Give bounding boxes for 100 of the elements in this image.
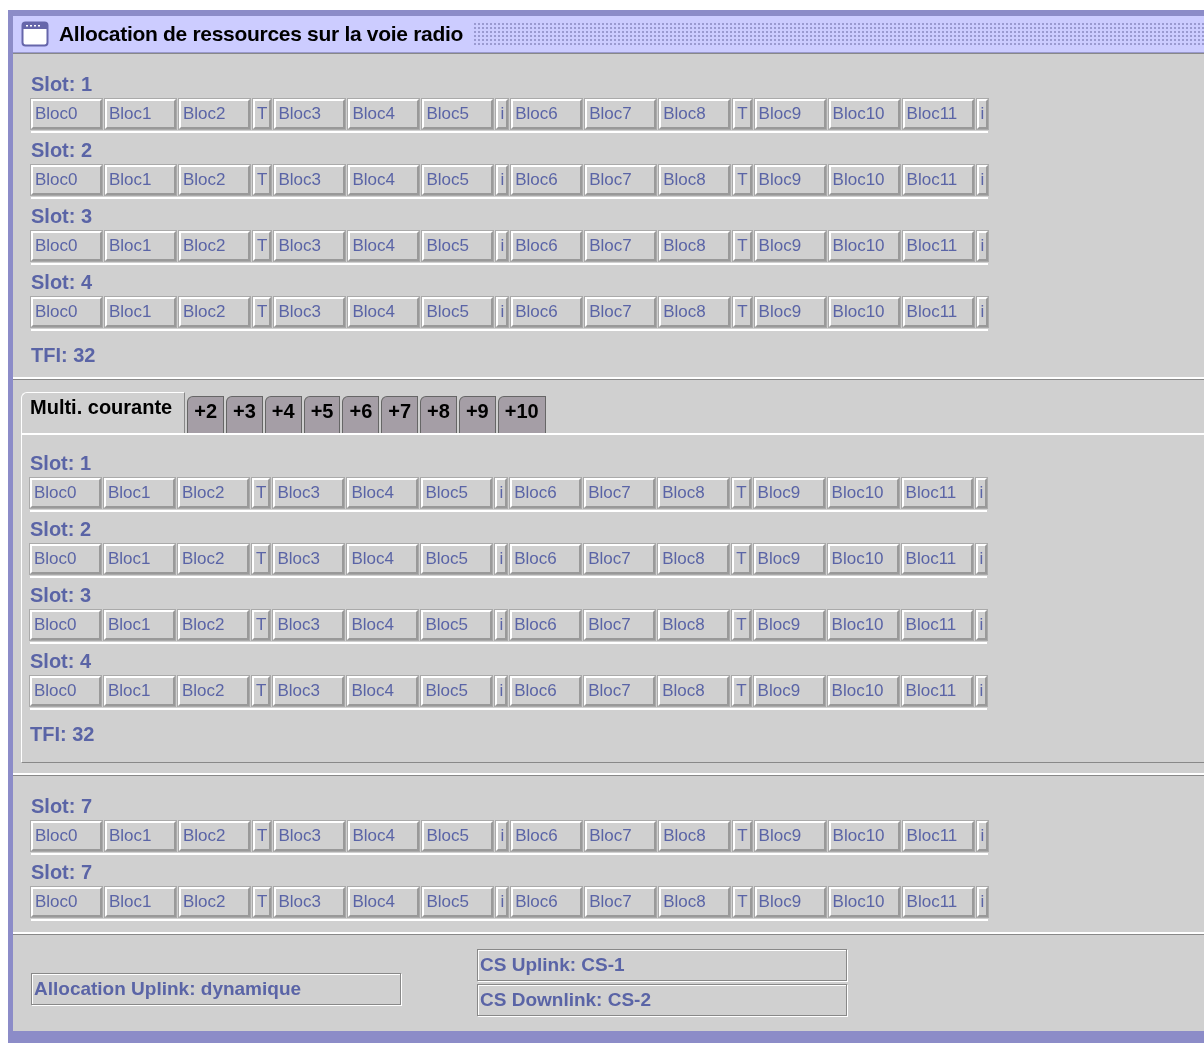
block-cell: Bloc4 xyxy=(348,99,420,129)
block-cell: Bloc6 xyxy=(511,887,583,917)
block-cell: T xyxy=(733,99,752,129)
block-cell: i xyxy=(495,676,508,706)
block-cell: i xyxy=(975,676,988,706)
block-cell: Bloc2 xyxy=(178,676,249,706)
block-cell: T xyxy=(732,478,751,508)
block-cell: T xyxy=(253,821,272,851)
block-cell: Bloc11 xyxy=(902,887,974,917)
block-cell: Bloc10 xyxy=(828,887,900,917)
tab[interactable]: +3 xyxy=(226,396,263,433)
block-cell: Bloc3 xyxy=(274,99,346,129)
block-cell: Bloc0 xyxy=(30,610,101,640)
block-cell: Bloc7 xyxy=(585,887,657,917)
block-cell: Bloc6 xyxy=(511,821,583,851)
block-cell: T xyxy=(252,676,271,706)
block-cell: Bloc5 xyxy=(422,231,494,261)
tfi-label: TFI: 32 xyxy=(31,344,96,367)
block-cell: T xyxy=(733,297,752,327)
block-cell: Bloc11 xyxy=(901,478,973,508)
block-cell: Bloc10 xyxy=(828,231,900,261)
block-cell: Bloc4 xyxy=(347,610,419,640)
block-cell: Bloc0 xyxy=(30,478,101,508)
block-cell: Bloc0 xyxy=(30,676,101,706)
block-cell: T xyxy=(732,610,751,640)
block-cell: Bloc10 xyxy=(827,676,899,706)
block-cell: Bloc10 xyxy=(828,297,900,327)
block-cell: Bloc1 xyxy=(105,231,176,261)
block-cell: Bloc9 xyxy=(753,544,825,574)
block-cell: Bloc1 xyxy=(105,165,176,195)
slot-label: Slot: 2 xyxy=(31,138,94,162)
block-cell: Bloc6 xyxy=(510,478,582,508)
block-cell: Bloc9 xyxy=(754,165,826,195)
tab[interactable]: Multi. courante xyxy=(21,392,186,433)
tab[interactable]: +7 xyxy=(381,396,419,433)
tab[interactable]: +6 xyxy=(342,396,380,433)
tab[interactable]: +9 xyxy=(458,396,496,433)
block-cell: Bloc11 xyxy=(901,610,973,640)
block-cell: i xyxy=(495,544,508,574)
cs-uplink-field: CS Uplink: CS-1 xyxy=(477,949,847,981)
block-cell: Bloc5 xyxy=(422,165,494,195)
block-cell: Bloc6 xyxy=(510,544,582,574)
block-cell: Bloc2 xyxy=(178,610,249,640)
block-cell: T xyxy=(252,544,271,574)
block-cell: i xyxy=(976,231,989,261)
block-cell: Bloc11 xyxy=(902,165,974,195)
block-cell: Bloc2 xyxy=(179,297,250,327)
block-cell: Bloc4 xyxy=(348,821,420,851)
block-cell: Bloc2 xyxy=(179,887,250,917)
block-cell: Bloc10 xyxy=(827,610,899,640)
block-cell: Bloc9 xyxy=(754,297,826,327)
block-cell: Bloc7 xyxy=(585,297,657,327)
block-cell: Bloc9 xyxy=(754,99,826,129)
block-cell: Bloc11 xyxy=(902,821,974,851)
block-cell: Bloc1 xyxy=(105,887,176,917)
block-cell: Bloc6 xyxy=(511,231,583,261)
tab[interactable]: +2 xyxy=(187,396,225,433)
block-cell: i xyxy=(496,165,509,195)
block-cell: Bloc1 xyxy=(105,297,176,327)
tab[interactable]: +5 xyxy=(303,396,341,433)
block-cell: Bloc0 xyxy=(31,821,102,851)
block-cell: i xyxy=(976,165,989,195)
block-cell: Bloc9 xyxy=(754,231,826,261)
block-cell: Bloc8 xyxy=(659,887,731,917)
block-cell: Bloc10 xyxy=(827,544,899,574)
block-cell: T xyxy=(733,165,752,195)
slot-label: Slot: 4 xyxy=(30,649,93,673)
block-cell: Bloc10 xyxy=(828,821,900,851)
block-cell: T xyxy=(733,231,752,261)
block-cell: i xyxy=(496,297,509,327)
block-cell: Bloc8 xyxy=(659,165,731,195)
block-cell: Bloc8 xyxy=(658,478,730,508)
block-cell: Bloc7 xyxy=(584,610,656,640)
block-cell: Bloc7 xyxy=(585,99,657,129)
block-cell: i xyxy=(976,99,989,129)
tab[interactable]: +8 xyxy=(420,396,457,433)
block-cell: Bloc11 xyxy=(901,676,973,706)
slot-label: Slot: 7 xyxy=(31,794,94,818)
block-cell: Bloc9 xyxy=(753,478,825,508)
block-cell: Bloc9 xyxy=(753,676,825,706)
block-cell: Bloc8 xyxy=(658,544,730,574)
block-cell: Bloc9 xyxy=(753,610,825,640)
block-cell: Bloc3 xyxy=(274,165,346,195)
block-cell: Bloc8 xyxy=(659,297,731,327)
block-cell: Bloc5 xyxy=(421,544,493,574)
block-cell: i xyxy=(975,544,988,574)
tab[interactable]: +10 xyxy=(497,396,546,433)
block-cell: T xyxy=(253,297,272,327)
block-cell: Bloc3 xyxy=(274,821,346,851)
block-cell: Bloc7 xyxy=(584,676,656,706)
window-icon xyxy=(21,21,49,47)
block-cell: Bloc11 xyxy=(902,99,974,129)
block-cell: Bloc3 xyxy=(274,231,346,261)
block-cell: Bloc0 xyxy=(31,887,102,917)
block-cell: Bloc3 xyxy=(273,610,345,640)
tab[interactable]: +4 xyxy=(264,396,302,433)
block-cell: T xyxy=(253,231,272,261)
block-cell: Bloc6 xyxy=(510,610,582,640)
block-cell: Bloc3 xyxy=(274,297,346,327)
slot-label: Slot: 4 xyxy=(31,270,94,294)
